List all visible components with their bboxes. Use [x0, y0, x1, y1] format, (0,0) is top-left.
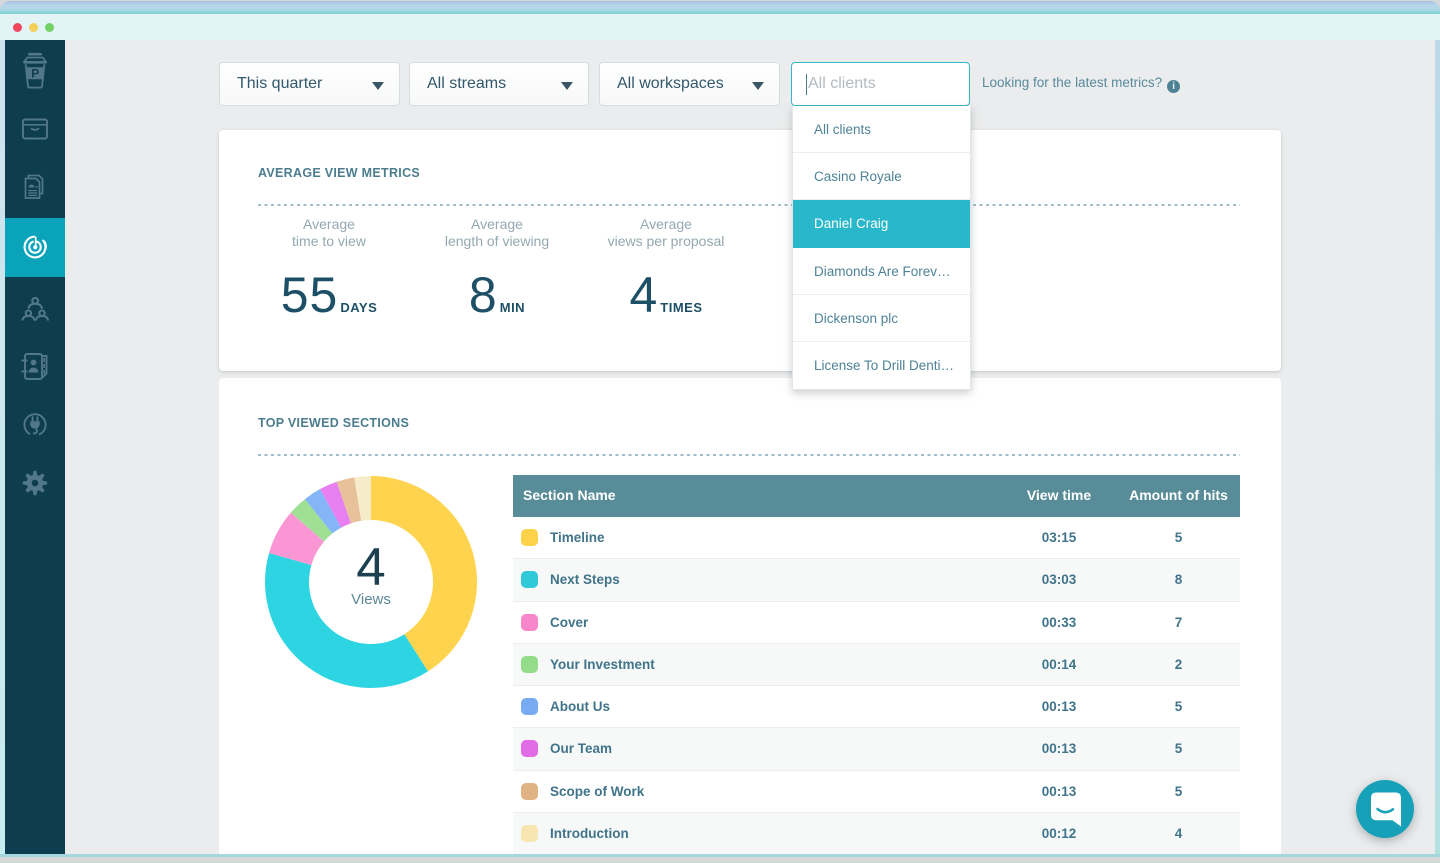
svg-text:P: P: [31, 67, 39, 81]
